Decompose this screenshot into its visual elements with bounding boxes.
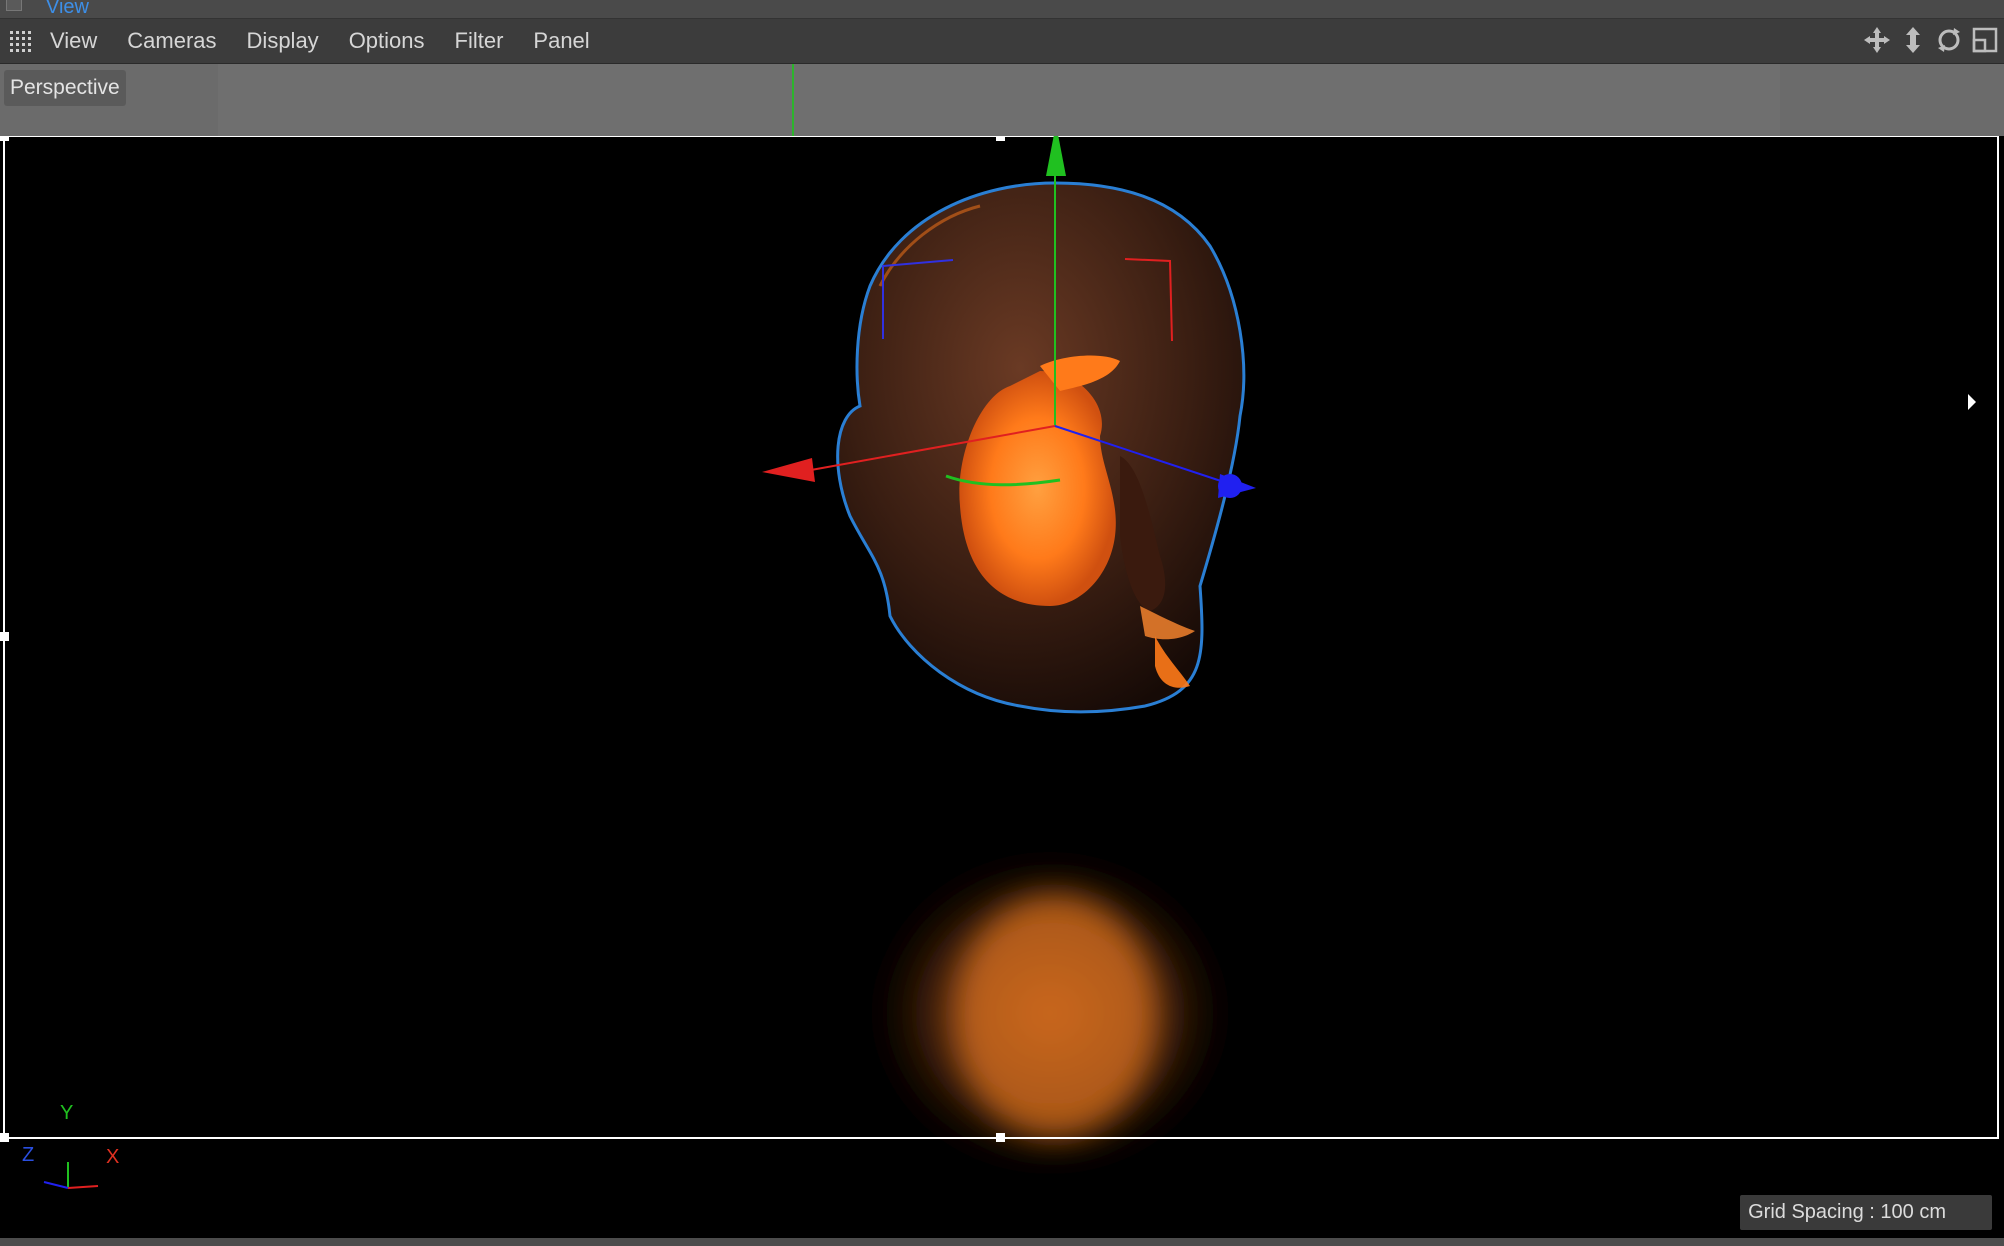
grip-icon[interactable] [8,29,32,53]
rotate-icon[interactable] [1934,25,1964,55]
menu-panel[interactable]: Panel [533,28,589,54]
axis-label-y: Y [60,1102,74,1124]
zoom-icon[interactable] [1898,25,1928,55]
frame-handle-bottomleft[interactable] [0,1133,9,1142]
maximize-icon[interactable] [1970,25,2000,55]
cinema4d-view-window: View View Cameras Display Options Filter… [0,0,2004,1246]
menu-options[interactable]: Options [349,28,425,54]
axis-label-z: Z [22,1144,35,1166]
frame-handle-bottom[interactable] [996,1133,1005,1142]
x-axis-handle[interactable] [762,458,815,482]
window-title: View [46,0,89,18]
title-bar: View [0,0,2004,19]
3d-viewport[interactable]: Y Z X Grid Spacing : 100 cm [0,136,2004,1238]
frame-handle-top[interactable] [996,136,1005,141]
grid-spacing-readout: Grid Spacing : 100 cm [1740,1195,1992,1230]
safe-frame-band [218,64,1780,136]
viewport-scene[interactable] [0,136,2004,1238]
head-model[interactable] [836,181,1246,714]
y-axis-guide-line [792,64,794,136]
menu-bar: View Cameras Display Options Filter Pane… [0,19,2004,64]
y-axis-handle[interactable] [1046,136,1066,176]
axis-label-x: X [106,1146,120,1168]
camera-label[interactable]: Perspective [4,70,126,106]
viewport-header: Perspective [0,64,2004,136]
floor-reflection [860,826,1240,1166]
world-axis-gizmo [43,1162,99,1189]
side-arrow-icon[interactable] [1968,394,1976,410]
frame-handle-left[interactable] [0,632,9,641]
bottom-edge [0,1238,2004,1246]
menu-display[interactable]: Display [247,28,319,54]
frame-handle-topleft[interactable] [0,136,9,141]
move-icon[interactable] [1862,25,1892,55]
menu-cameras[interactable]: Cameras [127,28,216,54]
menu-filter[interactable]: Filter [455,28,504,54]
window-handle[interactable] [6,0,22,11]
view-navigation-icons [1862,25,2000,55]
menu-view[interactable]: View [50,28,97,54]
